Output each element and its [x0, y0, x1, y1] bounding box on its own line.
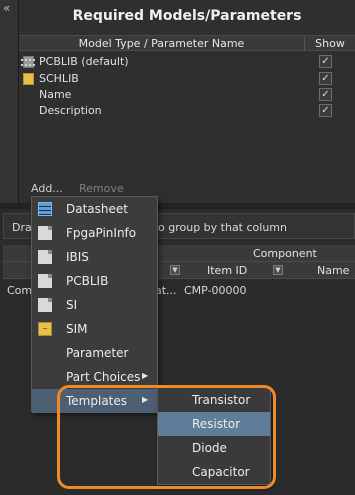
group-by-text-right: o group by that column [158, 221, 287, 234]
sim-icon: ~ [38, 322, 52, 336]
component-header: Component [253, 247, 317, 260]
filter-icon[interactable]: ▼ [273, 265, 283, 275]
column-header-item-id[interactable]: Item ID [207, 264, 247, 277]
row-label: Description [39, 104, 102, 117]
menu-item-label: Parameter [66, 346, 129, 360]
collapse-strip: « [0, 0, 19, 203]
show-checkbox[interactable]: ✓ [319, 104, 332, 117]
panel-title: Required Models/Parameters [72, 8, 302, 24]
document-icon [38, 298, 52, 312]
menu-item-ibis[interactable]: IBIS [32, 245, 157, 269]
add-button[interactable]: Add... [31, 182, 63, 195]
row-label: PCBLIB (default) [39, 55, 129, 68]
menu-item-datasheet[interactable]: Datasheet [32, 197, 157, 221]
column-header-name[interactable]: Model Type / Parameter Name [19, 37, 305, 51]
menu-item-label: Part Choices [66, 370, 141, 384]
cell-truncated: at... [155, 284, 177, 297]
menu-item-label: FpgaPinInfo [66, 226, 137, 240]
collapse-chevron-icon[interactable]: « [3, 2, 10, 14]
menu-item-label: Datasheet [66, 202, 128, 216]
document-icon [38, 250, 52, 264]
menu-item-fpgapininfo[interactable]: FpgaPinInfo [32, 221, 157, 245]
show-checkbox[interactable]: ✓ [319, 88, 332, 101]
show-checkbox[interactable]: ✓ [319, 72, 332, 85]
row-label: Name [39, 88, 72, 101]
remove-button[interactable]: Remove [79, 182, 124, 195]
row-description[interactable]: Description ✓ [19, 102, 355, 119]
column-header-name[interactable]: Name [317, 264, 349, 277]
submenu-arrow-icon: ▶ [142, 371, 149, 380]
row-pcblib[interactable]: PCBLIB (default) ✓ [19, 53, 355, 70]
menu-item-label: SI [66, 298, 78, 312]
pcblib-icon [21, 56, 36, 68]
schlib-icon [23, 73, 34, 85]
filter-icon[interactable]: ▼ [170, 265, 180, 275]
models-grid-header: Model Type / Parameter Name Show [19, 35, 355, 51]
add-context-menu: Datasheet FpgaPinInfo IBIS PCBLIB SI ~ S… [31, 196, 158, 413]
menu-item-si[interactable]: SI [32, 293, 157, 317]
row-name[interactable]: Name ✓ [19, 86, 355, 103]
document-icon [38, 226, 52, 240]
show-checkbox[interactable]: ✓ [319, 55, 332, 68]
highlight-annotation [57, 385, 276, 489]
row-schlib[interactable]: SCHLIB ✓ [19, 70, 355, 87]
menu-item-label: IBIS [66, 250, 89, 264]
menu-item-parameter[interactable]: Parameter [32, 341, 157, 365]
row-label: SCHLIB [39, 72, 79, 85]
cell-item-id: CMP-00000 [184, 284, 247, 297]
menu-item-label: SIM [66, 322, 88, 336]
menu-item-pcblib[interactable]: PCBLIB [32, 269, 157, 293]
column-header-show[interactable]: Show [305, 37, 355, 50]
menu-item-label: PCBLIB [66, 274, 109, 288]
document-icon [38, 274, 52, 288]
group-by-text-left: Dra [12, 221, 32, 234]
table-icon [38, 202, 52, 216]
menu-item-sim[interactable]: ~ SIM [32, 317, 157, 341]
